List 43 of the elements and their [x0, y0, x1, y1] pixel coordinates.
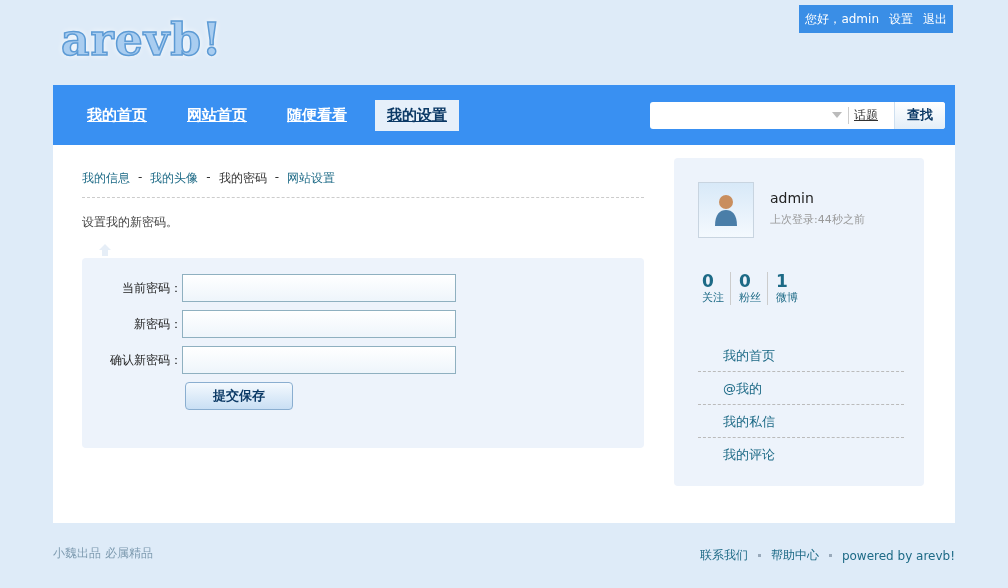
search-button[interactable]: 查找	[894, 101, 945, 129]
stat-count: 1	[776, 272, 789, 290]
up-arrow-icon	[98, 243, 112, 257]
footer-link[interactable]: 联系我们	[699, 547, 748, 564]
subnav-link[interactable]: 我的密码	[218, 170, 267, 187]
subnav-link[interactable]: 我的头像	[150, 170, 199, 187]
footer-credit: 小魏出品 必属精品	[53, 545, 153, 562]
side-menu-item[interactable]: 我的私信	[698, 413, 904, 438]
footer-link[interactable]: 帮助中心	[770, 547, 819, 564]
subnav-link[interactable]: 我的信息	[82, 170, 130, 187]
search-field[interactable]: 话题 查找	[650, 101, 945, 129]
caret-icon[interactable]	[832, 112, 842, 118]
side-menu-item[interactable]: 我的首页	[698, 347, 904, 372]
nav-tab[interactable]: 我的首页	[75, 99, 159, 131]
nav-tab[interactable]: 我的设置	[375, 99, 459, 131]
side-menu-item[interactable]: @我的	[698, 380, 904, 405]
password-field[interactable]	[182, 274, 456, 302]
subnav-link[interactable]: 网站设置	[287, 170, 336, 187]
password-field[interactable]	[182, 310, 456, 338]
submit-button[interactable]: 提交保存	[185, 382, 293, 410]
stat-count: 0	[739, 272, 752, 290]
user-link[interactable]: 设置	[889, 10, 913, 28]
stat-label[interactable]: 微博	[776, 290, 798, 305]
separator-dash: -	[206, 170, 211, 186]
nav-tab[interactable]: 随便看看	[275, 99, 359, 131]
separator-dash: -	[138, 170, 143, 186]
user-silhouette-icon	[714, 193, 738, 227]
field-label: 新密码：	[133, 315, 182, 333]
stat-count: 0	[702, 272, 715, 290]
footer-link[interactable]: powered by arevb!	[841, 548, 955, 563]
intro-text: 设置我的新密码。	[82, 214, 179, 231]
user-link[interactable]: 退出	[923, 10, 947, 28]
stat-label[interactable]: 粉丝	[739, 290, 761, 305]
user-name: admin	[770, 190, 815, 206]
last-login-text: 上次登录:44秒之前	[770, 212, 865, 227]
field-label: 确认新密码：	[109, 351, 182, 369]
field-label: 当前密码：	[121, 279, 182, 297]
stat-label[interactable]: 关注	[702, 290, 724, 305]
separator-dash: -	[274, 170, 280, 186]
nav-tab[interactable]: 网站首页	[175, 99, 259, 131]
greeting-text: 您好，admin	[805, 10, 879, 28]
password-field[interactable]	[182, 346, 456, 374]
side-menu-item[interactable]: 我的评论	[698, 446, 904, 470]
